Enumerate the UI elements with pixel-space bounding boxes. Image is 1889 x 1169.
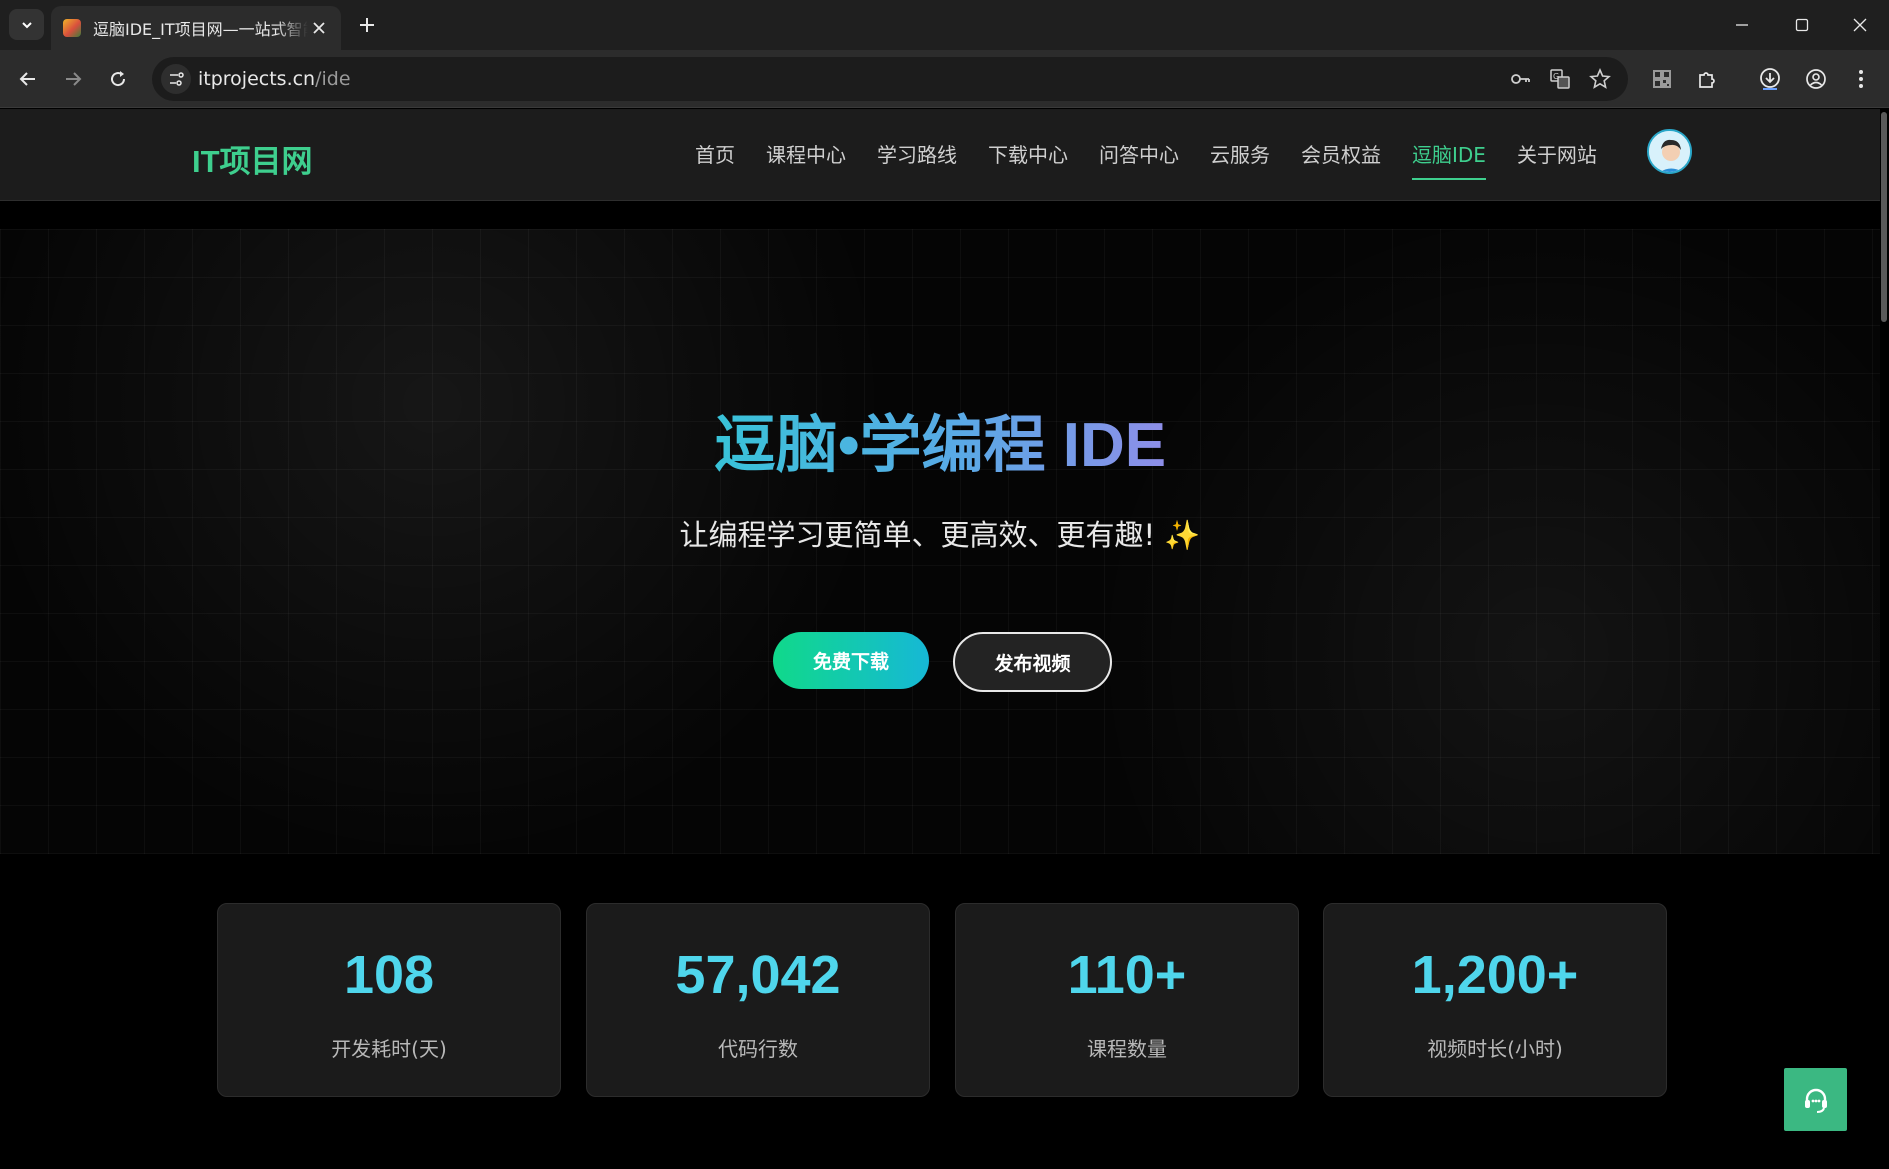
minimize-window-icon[interactable] — [1714, 0, 1770, 50]
nav-item-home[interactable]: 首页 — [695, 109, 735, 201]
nav-item-courses[interactable]: 课程中心 — [766, 109, 846, 201]
stat-label: 视频时长(小时) — [1427, 1037, 1563, 1061]
qr-code-extension-icon[interactable] — [1648, 65, 1676, 93]
chevron-down-icon — [21, 21, 32, 28]
new-tab-plus-icon[interactable] — [356, 14, 378, 36]
nav-item-downloads[interactable]: 下载中心 — [988, 109, 1068, 201]
close-window-icon[interactable] — [1832, 0, 1888, 50]
svg-text:G: G — [1553, 72, 1559, 81]
nav-item-ide[interactable]: 逗脑IDE — [1412, 109, 1486, 201]
profile-icon[interactable] — [1802, 65, 1830, 93]
stat-card-dev-days: 108 开发耗时(天) — [217, 903, 561, 1097]
url-path: /ide — [315, 68, 351, 90]
url-host: itprojects.cn — [198, 68, 316, 90]
headset-icon — [1804, 1088, 1827, 1113]
hero-title-text: 逗脑•学编程 IDE — [713, 411, 1167, 480]
web-page: IT项目网 首页 课程中心 学习路线 下载中心 问答中心 云服务 会员权益 逗脑… — [0, 109, 1889, 1169]
password-key-icon[interactable] — [1508, 67, 1532, 91]
reload-icon[interactable] — [104, 65, 132, 93]
more-menu-icon[interactable] — [1847, 65, 1875, 93]
tab-title: 逗脑IDE_IT项目网—一站式智能 — [93, 20, 308, 39]
extensions-puzzle-icon[interactable] — [1693, 65, 1721, 93]
publish-video-button[interactable]: 发布视频 — [953, 632, 1112, 692]
main-nav: 首页 课程中心 学习路线 下载中心 问答中心 云服务 会员权益 逗脑IDE 关于… — [695, 109, 1628, 201]
page-scrollbar[interactable] — [1881, 112, 1887, 322]
stat-value: 110+ — [1067, 945, 1187, 1005]
stat-label: 代码行数 — [718, 1037, 798, 1061]
stat-card-code-lines: 57,042 代码行数 — [586, 903, 930, 1097]
address-bar[interactable]: itprojects.cn/ide G — [152, 57, 1628, 101]
nav-item-about[interactable]: 关于网站 — [1517, 109, 1597, 201]
browser-toolbar: itprojects.cn/ide G — [0, 50, 1889, 108]
site-favicon-icon — [63, 19, 81, 37]
site-header: IT项目网 首页 课程中心 学习路线 下载中心 问答中心 云服务 会员权益 逗脑… — [0, 109, 1880, 201]
close-tab-icon[interactable] — [309, 18, 329, 38]
nav-item-cloud[interactable]: 云服务 — [1210, 109, 1270, 201]
stat-label: 开发耗时(天) — [331, 1037, 447, 1061]
nav-item-membership[interactable]: 会员权益 — [1301, 109, 1381, 201]
free-download-button[interactable]: 免费下载 — [773, 632, 929, 689]
stat-value: 108 — [343, 945, 435, 1005]
stat-card-courses: 110+ 课程数量 — [955, 903, 1299, 1097]
hero-subtitle: 让编程学习更简单、更高效、更有趣! ✨ — [679, 518, 1201, 552]
tab-search-button[interactable] — [9, 9, 44, 40]
browser-tab-active[interactable]: 逗脑IDE_IT项目网—一站式智能 — [51, 6, 341, 50]
hero-title: 逗脑•学编程 IDE — [0, 394, 1880, 484]
forward-arrow-icon[interactable] — [59, 65, 87, 93]
nav-item-qa[interactable]: 问答中心 — [1099, 109, 1179, 201]
stat-value: 57,042 — [675, 945, 841, 1005]
browser-titlebar: 逗脑IDE_IT项目网—一站式智能 — [0, 0, 1889, 50]
back-arrow-icon[interactable] — [14, 65, 42, 93]
user-avatar[interactable] — [1647, 129, 1692, 174]
customer-support-button[interactable] — [1784, 1068, 1847, 1131]
stat-label: 课程数量 — [1087, 1037, 1167, 1061]
stat-card-video-hours: 1,200+ 视频时长(小时) — [1323, 903, 1667, 1097]
url-text: itprojects.cn/ide — [198, 68, 351, 90]
site-info-icon[interactable] — [161, 64, 191, 94]
stat-value: 1,200+ — [1411, 945, 1579, 1005]
site-logo[interactable]: IT项目网 — [192, 136, 313, 181]
bookmark-star-icon[interactable] — [1588, 67, 1612, 91]
nav-item-learning-paths[interactable]: 学习路线 — [877, 109, 957, 201]
maximize-window-icon[interactable] — [1774, 0, 1830, 50]
hero-section: 逗脑•学编程 IDE 让编程学习更简单、更高效、更有趣! ✨ 免费下载 发布视频 — [0, 229, 1880, 854]
translate-icon[interactable]: G — [1548, 67, 1572, 91]
download-icon[interactable] — [1756, 65, 1784, 93]
